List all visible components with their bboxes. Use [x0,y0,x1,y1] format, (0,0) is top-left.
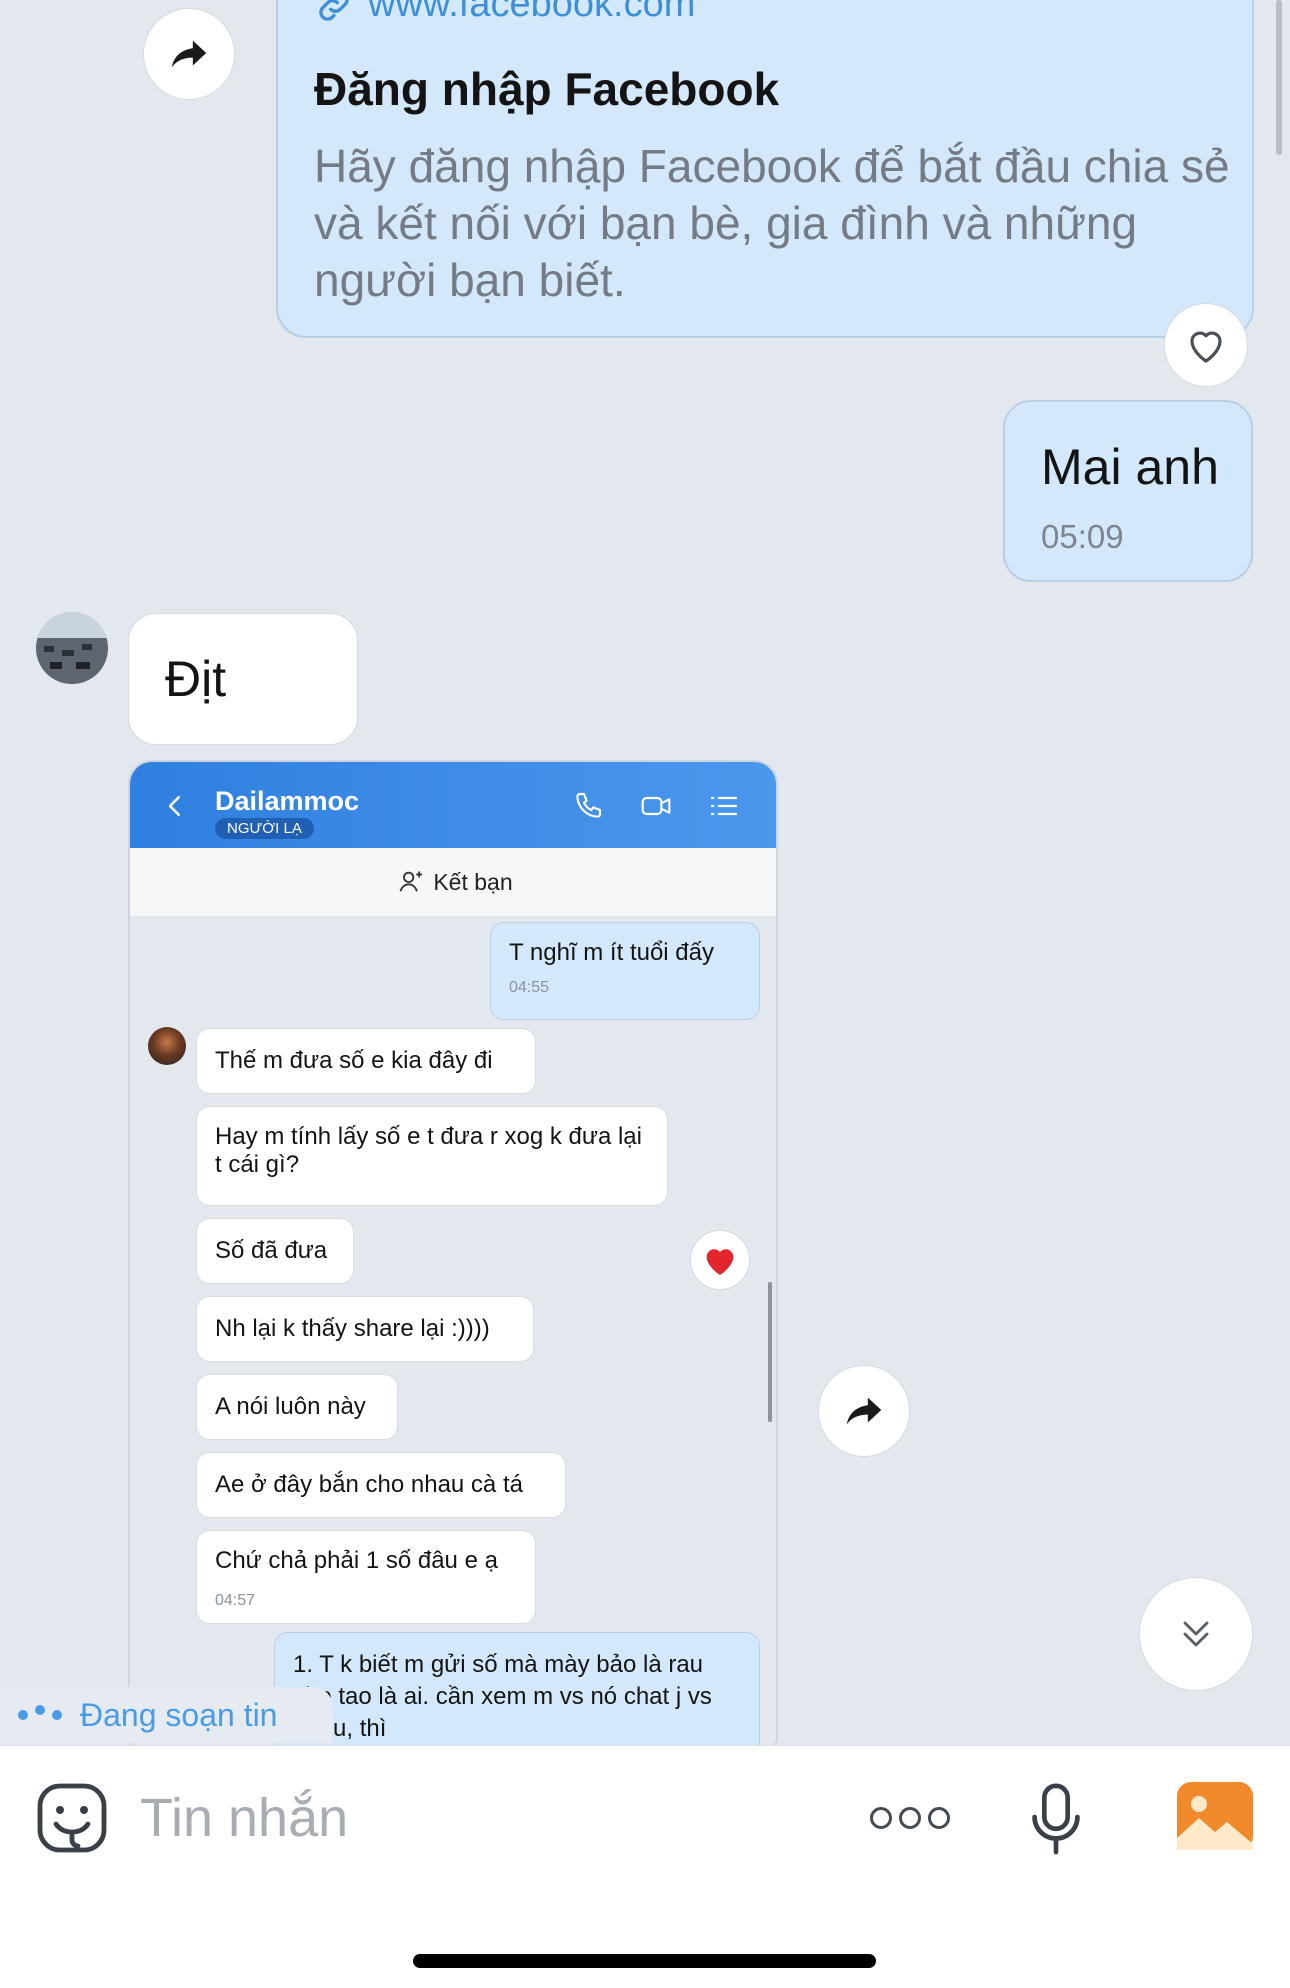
typing-indicator: Đang soạn tin [0,1687,333,1743]
forward-button[interactable] [818,1365,910,1457]
image-outgoing-message: 1. T k biết m gửi số mà mày bảo là rau c… [274,1632,760,1745]
image-add-friend-bar: Kết bạn [130,848,776,916]
image-contact-avatar [148,1027,186,1065]
image-heart-reaction [690,1230,750,1290]
avatar[interactable] [36,612,108,684]
image-contact-name: Dailammoc [215,786,360,816]
link-url[interactable]: www.facebook.com [314,0,1216,32]
typing-label: Đang soạn tin [80,1696,278,1733]
image-incoming-message: Số đã đưa [196,1218,354,1284]
link-preview-card[interactable]: www.facebook.com Đăng nhập Facebook Hãy … [276,0,1254,338]
phone-icon [576,792,602,818]
forward-button[interactable] [143,8,235,100]
heart-outline-icon [1190,331,1222,363]
link-title: Đăng nhập Facebook [314,63,780,115]
image-incoming-message: Chứ chả phải 1 số đâu e ạ 04:57 [196,1530,536,1624]
message-time: 05:09 [1041,518,1124,555]
more-icon[interactable] [870,1792,950,1844]
avatar-image [36,612,108,684]
add-friend-icon [399,871,423,892]
link-icon [319,0,349,21]
image-message-text: Chứ chả phải 1 số đâu e ạ [215,1547,498,1574]
image-chat-header: Dailammoc NGƯỜI LẠ [130,762,776,848]
image-incoming-message: Ae ở đây bắn cho nhau cà tá [196,1452,566,1518]
image-scrollbar [768,1282,772,1422]
image-incoming-message: A nói luôn này [196,1374,398,1440]
shared-image[interactable]: Dailammoc NGƯỜI LẠ Kết bạn T nghĩ m ít t… [128,760,778,1745]
image-outgoing-message: T nghĩ m ít tuổi đấy 04:55 [490,922,760,1020]
forward-icon [171,40,207,68]
double-chevron-down-icon [1183,1621,1209,1647]
sticker-icon[interactable] [36,1782,108,1854]
back-icon [168,796,180,816]
image-stranger-badge: NGƯỜI LẠ [215,818,314,839]
image-incoming-message: Thế m đưa số e kia đây đi [196,1028,536,1094]
message-composer [0,1745,1290,1988]
image-message-time: 04:55 [509,979,550,996]
microphone-icon[interactable] [1030,1782,1082,1856]
image-message-time: 04:57 [215,1592,256,1609]
message-text: Địt [165,651,227,707]
heart-icon [706,1249,734,1275]
chat-area[interactable]: www.facebook.com Đăng nhập Facebook Hãy … [0,0,1290,1745]
typing-dots-icon [18,1705,62,1720]
scrollbar[interactable] [1276,0,1282,155]
video-call-icon [641,796,671,816]
image-incoming-message: Hay m tính lấy số e t đưa r xog k đưa lạ… [196,1106,668,1206]
list-icon [710,796,738,816]
image-message-text: T nghĩ m ít tuổi đấy [509,939,714,966]
incoming-message[interactable]: Địt [128,613,358,745]
image-incoming-message: Nh lại k thấy share lại :)))) [196,1296,534,1362]
outgoing-message[interactable]: Mai anh 05:09 [1003,400,1253,582]
home-indicator[interactable] [413,1954,876,1968]
scroll-to-bottom-button[interactable] [1139,1577,1253,1691]
forward-icon [846,1397,882,1425]
react-button[interactable] [1164,303,1248,387]
image-icon[interactable] [1177,1782,1253,1850]
link-url-text: www.facebook.com [368,0,696,25]
link-description: Hãy đăng nhập Facebook để bắt đầu chia s… [314,140,1230,306]
message-input[interactable] [140,1786,800,1850]
message-text: Mai anh [1041,439,1219,495]
image-add-friend-label: Kết bạn [433,868,513,895]
